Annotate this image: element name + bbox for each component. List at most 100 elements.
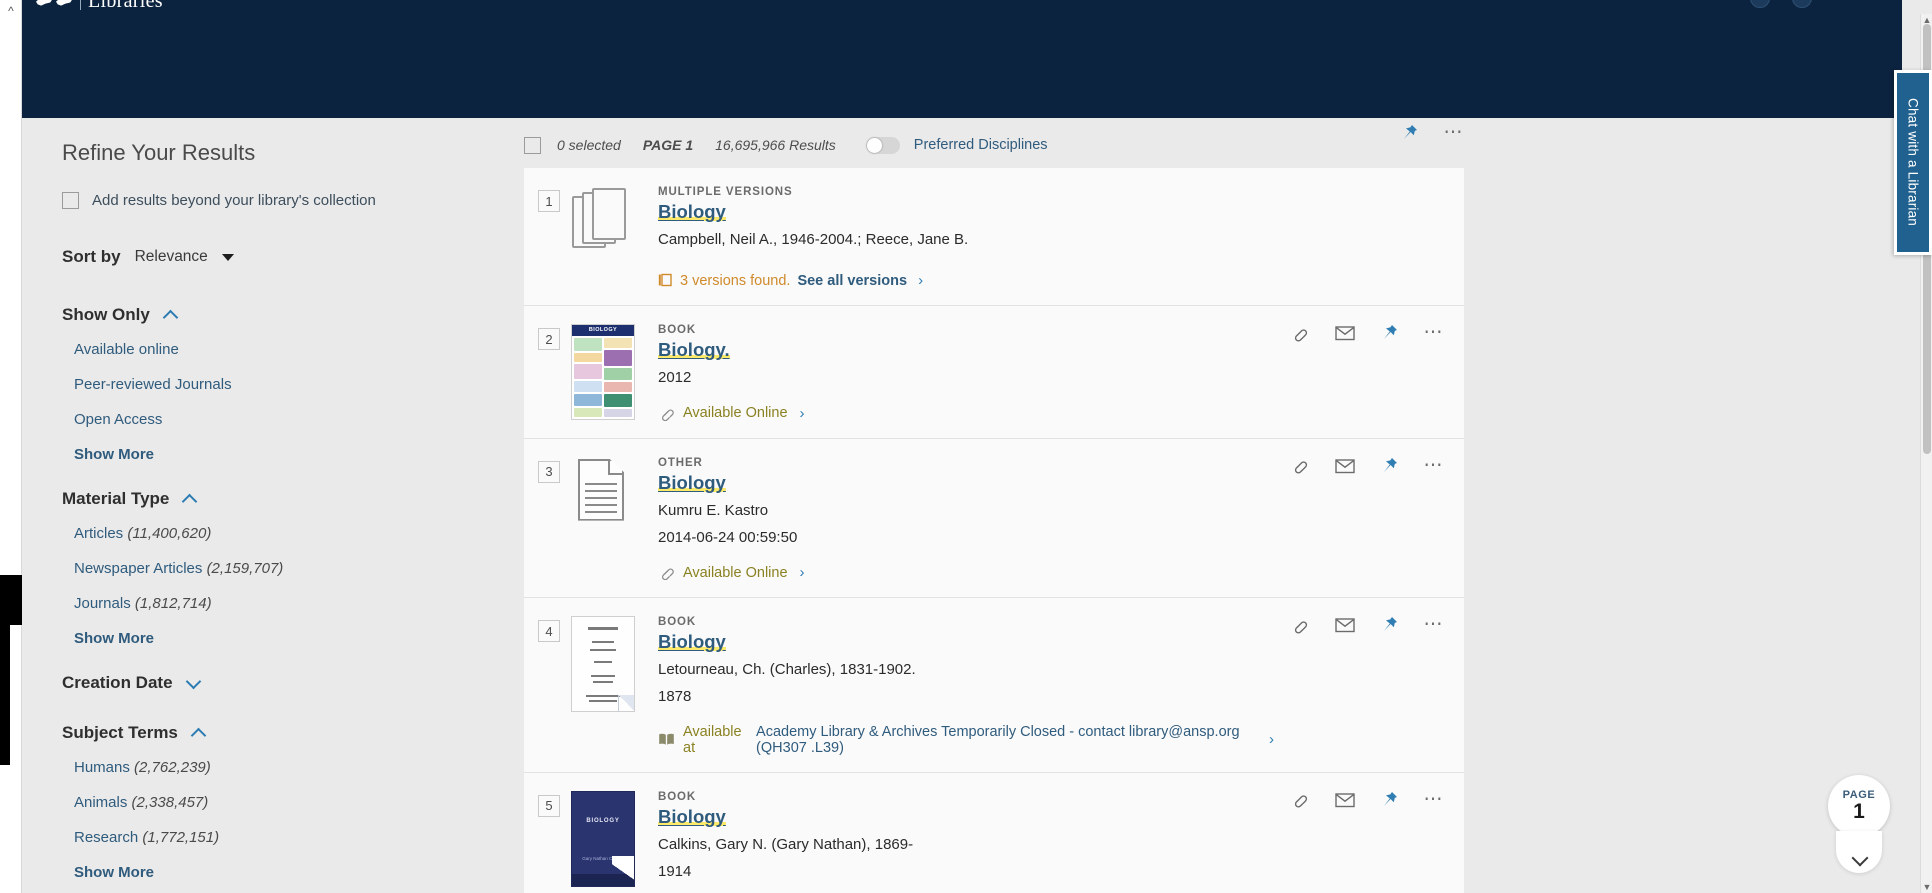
table-row[interactable]: 3 OTHER Biology Kumru E. Kastro 2014-06-… — [524, 438, 1464, 599]
result-title-link[interactable]: Biology — [658, 631, 726, 653]
selected-count: 0 selected — [557, 137, 621, 153]
email-icon[interactable] — [1334, 325, 1355, 341]
sort-by-row[interactable]: Sort by Relevance — [62, 247, 492, 267]
facet-subject-terms: Subject Terms Humans (2,762,239) Animals… — [62, 723, 492, 881]
permalink-icon[interactable] — [1290, 325, 1309, 342]
result-title-link[interactable]: Biology. — [658, 339, 730, 361]
result-title-link[interactable]: Biology — [658, 471, 726, 493]
chevron-down-icon — [1853, 855, 1866, 863]
facet-material-type-show-more[interactable]: Show More — [74, 630, 492, 647]
availability-line[interactable]: Available at Academy Library & Archives … — [658, 724, 1274, 756]
ellipsis-icon[interactable]: ⋯ — [1424, 323, 1445, 342]
email-icon[interactable] — [1334, 792, 1355, 808]
ellipsis-icon[interactable]: ⋯ — [1424, 456, 1445, 475]
chevron-down-icon — [187, 679, 200, 687]
availability-status: Available at — [683, 723, 742, 756]
bird-logo-icon — [36, 0, 73, 8]
facet-material-type-title: Material Type — [62, 489, 170, 508]
sort-chevron-down-icon[interactable] — [221, 253, 234, 261]
ellipsis-icon[interactable]: ⋯ — [1444, 123, 1465, 142]
availability-line[interactable]: Available Online › — [658, 564, 1274, 581]
ellipsis-icon[interactable]: ⋯ — [1424, 790, 1445, 809]
result-type: BOOK — [658, 616, 697, 629]
page-indicator-circle: PAGE 1 — [1828, 775, 1890, 837]
result-title-link[interactable]: Biology — [658, 805, 726, 827]
expand-results-checkbox-row[interactable]: Add results beyond your library's collec… — [62, 192, 492, 209]
versions-icon — [658, 274, 672, 287]
see-all-versions-link[interactable]: See all versions — [797, 273, 907, 289]
expand-results-label: Add results beyond your library's collec… — [92, 192, 376, 209]
facet-label: Open Access — [74, 411, 163, 428]
permalink-icon[interactable] — [1290, 617, 1309, 634]
facet-count: (1,772,151) — [142, 829, 220, 846]
select-all-checkbox[interactable] — [524, 136, 541, 154]
user-icon[interactable] — [1750, 0, 1770, 8]
ellipsis-icon[interactable]: ⋯ — [1424, 615, 1445, 634]
facet-item-available-online[interactable]: Available online — [74, 341, 492, 358]
email-icon[interactable] — [1334, 458, 1355, 474]
facet-subject-terms-show-more[interactable]: Show More — [74, 864, 492, 881]
scroll-down-arrow-icon[interactable]: ▼ — [1921, 881, 1932, 893]
table-row[interactable]: 2 BIOLOGY BOOK Biology. 2012 Available O… — [524, 306, 1464, 439]
facet-item-animals[interactable]: Animals (2,338,457) — [74, 794, 492, 811]
result-actions: ⋯ — [1290, 456, 1445, 475]
brand-logo[interactable]: Libraries — [36, 0, 163, 12]
table-row[interactable]: 1 MULTIPLE VERSIONS Biology Campbell, Ne… — [524, 168, 1464, 307]
table-row[interactable]: 4 BOOK Biology Letourneau, Ch. (Charles)… — [524, 598, 1464, 773]
facet-subject-terms-header[interactable]: Subject Terms — [62, 723, 492, 743]
pin-icon[interactable] — [1381, 457, 1398, 475]
versions-line[interactable]: 3 versions found. See all versions › — [658, 272, 1274, 289]
decorative-band-2 — [0, 625, 10, 765]
result-title-link[interactable]: Biology — [658, 201, 726, 222]
pin-icon[interactable] — [1381, 616, 1398, 634]
facet-subject-terms-title: Subject Terms — [62, 723, 178, 742]
table-row[interactable]: 5 BIOLOGY Gary Nathan Calkins BOOK Biolo… — [524, 772, 1464, 893]
facet-show-only-show-more[interactable]: Show More — [74, 446, 492, 463]
facet-label: Animals — [74, 794, 128, 811]
result-author: Calkins, Gary N. (Gary Nathan), 1869- — [658, 835, 914, 853]
chevron-up-icon — [192, 729, 205, 737]
facet-show-only-header[interactable]: Show Only — [62, 305, 492, 325]
facet-item-peer-reviewed[interactable]: Peer-reviewed Journals — [74, 376, 492, 393]
chat-with-librarian-tab[interactable]: Chat with a Librarian — [1894, 70, 1932, 255]
permalink-icon[interactable] — [1290, 791, 1309, 808]
facet-item-journals[interactable]: Journals (1,812,714) — [74, 595, 492, 612]
pin-icon[interactable] — [1381, 791, 1398, 809]
logo-divider — [80, 0, 81, 10]
permalink-icon[interactable] — [1290, 457, 1309, 474]
email-icon[interactable] — [1334, 617, 1355, 633]
expand-results-checkbox[interactable] — [62, 192, 79, 209]
facet-item-newspaper-articles[interactable]: Newspaper Articles (2,159,707) — [74, 560, 492, 577]
facet-item-articles[interactable]: Articles (11,400,620) — [74, 525, 492, 542]
result-type: OTHER — [658, 456, 703, 469]
result-actions: ⋯ — [1290, 790, 1445, 809]
facet-label: Available online — [74, 341, 179, 358]
facet-creation-date-header[interactable]: Creation Date — [62, 673, 492, 693]
menu-icon[interactable] — [1792, 0, 1812, 8]
toggle-knob — [866, 137, 882, 153]
facet-item-open-access[interactable]: Open Access — [74, 411, 492, 428]
chevron-right-icon: › — [918, 272, 924, 290]
results-toolbar-actions: ⋯ — [1401, 123, 1465, 142]
pin-icon[interactable] — [1381, 324, 1398, 342]
collapse-chevron-icon[interactable]: ^ — [4, 4, 18, 18]
page-indicator[interactable]: PAGE 1 — [1828, 775, 1890, 873]
facet-material-type-header[interactable]: Material Type — [62, 489, 492, 509]
next-page-button[interactable] — [1836, 831, 1882, 873]
facet-item-humans[interactable]: Humans (2,762,239) — [74, 759, 492, 776]
sort-by-value: Relevance — [134, 248, 208, 265]
result-number: 3 — [538, 460, 560, 483]
availability-location[interactable]: Academy Library & Archives Temporarily C… — [756, 724, 1257, 756]
facet-count: (11,400,620) — [127, 525, 212, 542]
result-body: MULTIPLE VERSIONS Biology Campbell, Neil… — [658, 186, 1464, 289]
facet-item-research[interactable]: Research (1,772,151) — [74, 829, 492, 846]
chevron-right-icon: › — [799, 404, 805, 422]
preferred-disciplines-toggle[interactable] — [865, 136, 900, 154]
facet-count: (1,812,714) — [134, 595, 212, 612]
sidebar-title: Refine Your Results — [62, 140, 256, 165]
versions-count: 3 versions found. — [680, 272, 791, 289]
primo-search-results-page: ^ TITLE DATABASE GUIDES COLLECTIONS Libr… — [0, 0, 1932, 893]
pin-icon[interactable] — [1401, 124, 1418, 142]
availability-line[interactable]: Available Online › — [658, 405, 1274, 422]
preferred-disciplines-label: Preferred Disciplines — [913, 137, 1048, 153]
